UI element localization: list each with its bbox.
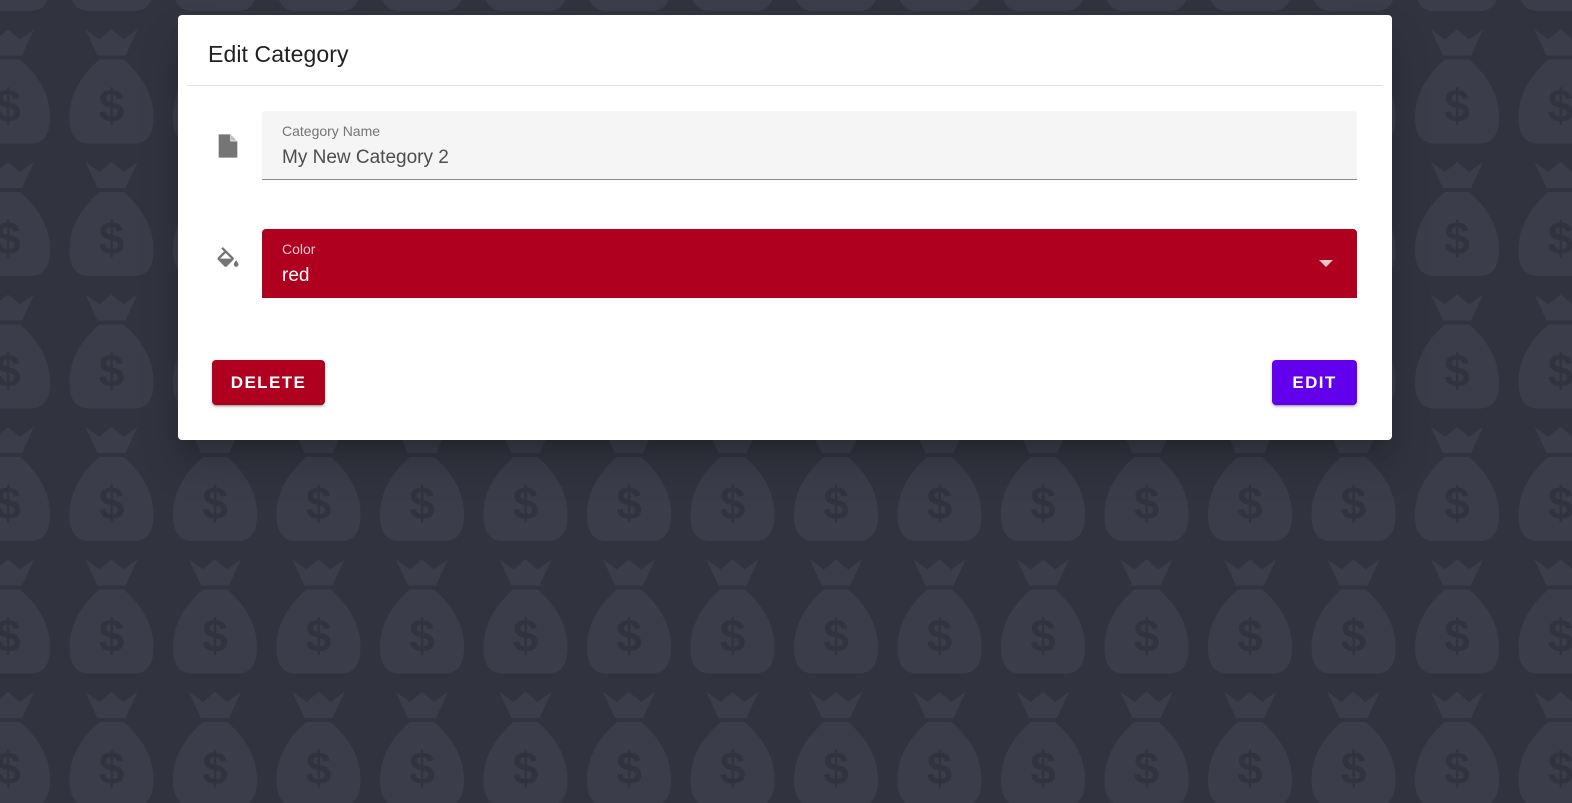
dropdown-arrow-icon[interactable] xyxy=(1319,260,1333,267)
color-select[interactable]: Color red xyxy=(262,229,1357,298)
category-name-input[interactable] xyxy=(282,147,1322,169)
category-name-field[interactable]: Category Name xyxy=(262,111,1357,180)
file-icon xyxy=(214,132,242,160)
paint-bucket-icon xyxy=(214,247,242,275)
title-divider xyxy=(187,85,1383,86)
edit-button[interactable]: EDIT xyxy=(1272,360,1357,405)
color-value: red xyxy=(282,265,310,286)
category-name-label: Category Name xyxy=(282,123,381,139)
dialog-title: Edit Category xyxy=(208,41,349,67)
delete-button[interactable]: DELETE xyxy=(212,360,325,405)
edit-category-dialog: Edit Category Category Name Color red DE… xyxy=(178,15,1392,440)
color-label: Color xyxy=(282,241,316,257)
